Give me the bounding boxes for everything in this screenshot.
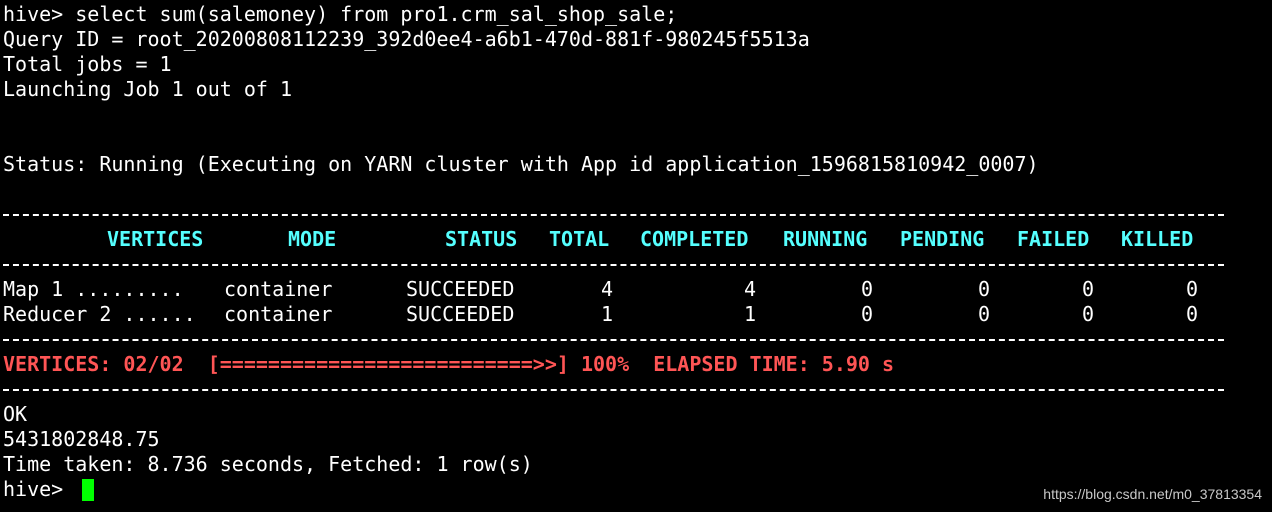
table-header-row: VERTICES MODE STATUS TOTAL COMPLETED RUN… [0,227,1272,252]
killed-cell: 0 [1186,277,1199,301]
progress-summary-line: VERTICES: 02/02 [=======================… [3,352,895,376]
query-id-line: Query ID = root_20200808112239_392d0ee4-… [3,27,810,51]
header-killed: KILLED [1121,227,1194,251]
launching-line: Launching Job 1 out of 1 [3,77,292,101]
total-cell: 1 [601,302,614,326]
pending-cell: 0 [978,277,991,301]
vertex-name-cell: Map 1 ......... [3,277,184,301]
failed-cell: 0 [1082,302,1095,326]
divider-rule [3,252,1224,277]
mode-cell: container [224,302,333,326]
status-cell: SUCCEEDED [406,302,515,326]
watermark-url: https://blog.csdn.net/m0_37813354 [1043,486,1262,502]
header-mode: MODE [288,227,337,251]
ok-line: OK [3,402,28,426]
table-row: Map 1 ......... container SUCCEEDED 4 4 … [0,277,1272,302]
mode-cell: container [224,277,333,301]
running-cell: 0 [861,277,874,301]
command-line: hive> select sum(salemoney) from pro1.cr… [3,2,678,26]
header-total: TOTAL [549,227,610,251]
pending-cell: 0 [978,302,991,326]
completed-cell: 4 [744,277,757,301]
divider-rule [3,327,1224,352]
terminal-window[interactable]: hive> select sum(salemoney) from pro1.cr… [0,0,1272,512]
total-jobs-line: Total jobs = 1 [3,52,172,76]
header-pending: PENDING [900,227,985,251]
total-cell: 4 [601,277,614,301]
header-failed: FAILED [1017,227,1090,251]
failed-cell: 0 [1082,277,1095,301]
completed-cell: 1 [744,302,757,326]
result-value-line: 5431802848.75 [3,427,160,451]
killed-cell: 0 [1186,302,1199,326]
vertex-name-cell: Reducer 2 ...... [3,302,196,326]
header-completed: COMPLETED [640,227,749,251]
header-vertices: VERTICES [107,227,204,251]
status-line: Status: Running (Executing on YARN clust… [3,152,1039,176]
divider-rule [3,202,1224,227]
status-cell: SUCCEEDED [406,277,515,301]
table-row: Reducer 2 ...... container SUCCEEDED 1 1… [0,302,1272,327]
header-running: RUNNING [783,227,868,251]
divider-rule [3,377,1224,402]
time-taken-line: Time taken: 8.736 seconds, Fetched: 1 ro… [3,452,533,476]
running-cell: 0 [861,302,874,326]
prompt-line[interactable]: hive> [3,477,63,502]
header-status: STATUS [445,227,518,251]
text-cursor [82,479,94,501]
